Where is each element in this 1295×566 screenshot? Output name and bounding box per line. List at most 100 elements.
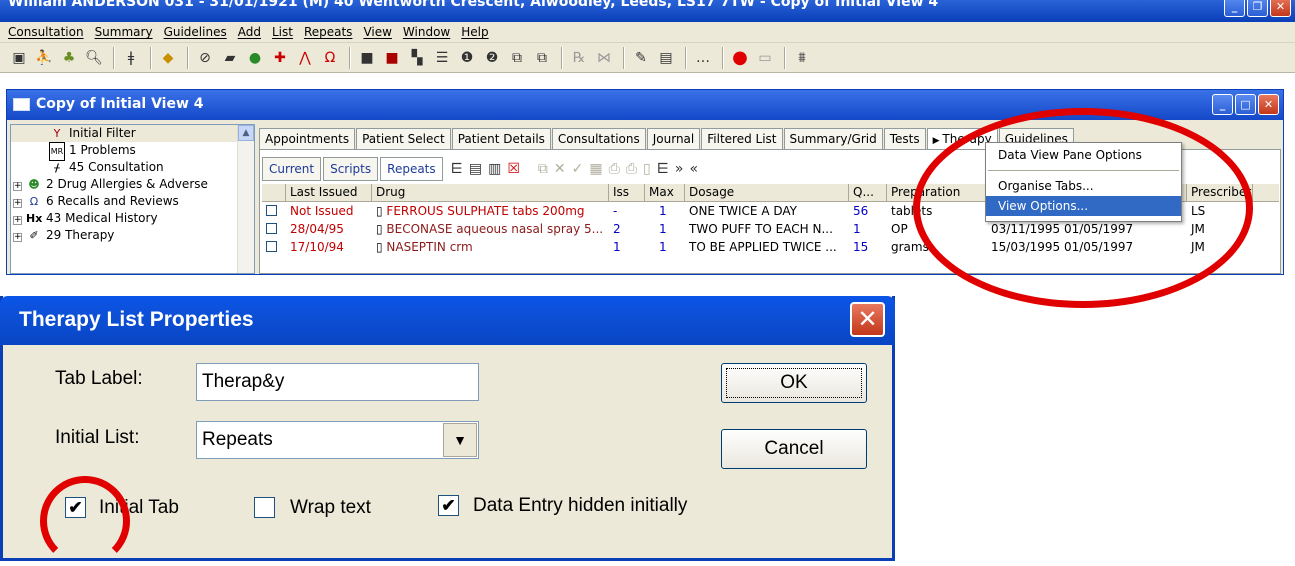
tree-scrollbar[interactable]: ▲ [237,125,254,273]
tab-filtered-list[interactable]: Filtered List [701,128,783,150]
screen-icon[interactable]: ▣ [8,47,30,69]
plus-red-icon[interactable]: ✚ [269,47,291,69]
next-icon[interactable]: » [675,161,684,177]
cancel-button[interactable]: Cancel [721,429,867,469]
keyboard-icon[interactable]: ▭ [754,47,776,69]
menu-help[interactable]: Help [461,25,488,39]
card-icon[interactable]: ■ [356,47,378,69]
col-max[interactable]: Max [645,184,685,201]
col-last-issued[interactable]: Last Issued [286,184,372,201]
subtab-repeats[interactable]: Repeats [380,157,443,181]
search-person-icon[interactable]: 🔍︎ [83,47,105,69]
menu-summary[interactable]: Summary [95,25,153,39]
tab-label-field[interactable]: Therap&y [196,363,479,401]
card-split-icon[interactable]: ▚ [406,47,428,69]
recall-icon[interactable]: Ω [319,47,341,69]
maximize-icon[interactable]: □ [1235,94,1256,115]
delete-script-icon[interactable]: ☒ [507,161,520,177]
tree-item[interactable]: Y Initial Filter [11,125,254,142]
print-script-icon[interactable]: ▥ [488,161,501,177]
print-all-icon[interactable]: ⎙ [626,161,637,177]
col-drug[interactable]: Drug [372,184,609,201]
ok-button[interactable]: OK [721,363,867,403]
list-icon[interactable]: ☰ [431,47,453,69]
tab-appointments[interactable]: Appointments [259,128,356,150]
initial-list-select[interactable]: Repeats ▼ [196,421,479,459]
restore-icon[interactable]: ❐ [1247,0,1268,17]
issue-icon[interactable]: ⋿ [657,161,669,177]
book-icon[interactable]: ▰ [219,47,241,69]
initial-tab-checkbox[interactable]: ✔ [65,497,86,518]
col-dosage[interactable]: Dosage [685,184,849,201]
pen-icon[interactable]: ✎ [630,47,652,69]
filter-lines-icon[interactable]: ⩩ [791,47,813,69]
chevron-down-icon[interactable]: ▼ [443,423,477,457]
menu-item-organise-tabs[interactable]: Organise Tabs... [986,176,1181,196]
copy-icon[interactable]: ⧉ [538,161,548,177]
print-icon[interactable]: ⎙ [609,161,620,177]
more-icon[interactable]: … [692,47,714,69]
tab-summary-grid[interactable]: Summary/Grid [783,128,883,150]
tab-journal[interactable]: Journal [646,128,701,150]
col-prescriber[interactable]: Prescriber [1187,184,1253,201]
menu-consultation[interactable]: Consultation [8,25,84,39]
minimize-icon[interactable]: _ [1224,0,1245,17]
record-red-icon[interactable]: ● [729,47,751,69]
paste-icon[interactable]: ⧉ [531,47,553,69]
menu-view[interactable]: View [363,25,391,39]
menu-repeats[interactable]: Repeats [304,25,353,39]
tab-consultations[interactable]: Consultations [551,128,646,150]
close-icon[interactable]: ✕ [1258,94,1279,115]
expand-icon[interactable]: + [13,233,22,242]
copy-icon[interactable]: ⧉ [506,47,528,69]
subtab-current[interactable]: Current [262,157,322,181]
tree-item[interactable]: MR 1 Problems [11,142,254,161]
note-icon[interactable]: ▤ [655,47,677,69]
form-icon[interactable]: ▯ [643,161,651,177]
minimize-icon[interactable]: _ [1212,94,1233,115]
rx-icon[interactable]: ℞ [568,47,590,69]
card-red-icon[interactable]: ■ [381,47,403,69]
tab-patient-select[interactable]: Patient Select [356,128,451,150]
col-preparation[interactable]: Preparation [887,184,987,201]
menu-item-view-options[interactable]: View Options... [986,196,1181,216]
col-iss[interactable]: Iss [609,184,645,201]
expand-icon[interactable]: + [13,216,22,225]
wrap-text-checkbox[interactable] [254,497,275,518]
script-icon[interactable]: ▤ [469,161,482,177]
tree-item[interactable]: ᚋ 45 Consultation [11,159,254,176]
menu-window[interactable]: Window [403,25,450,39]
person-red-icon[interactable]: ⋀ [294,47,316,69]
expand-icon[interactable]: + [13,182,22,191]
close-icon[interactable]: ✕ [1270,0,1291,17]
tree-icon[interactable]: ♣ [58,47,80,69]
subtab-scripts[interactable]: Scripts [323,157,379,181]
pills-icon[interactable]: ⋈ [593,47,615,69]
record-icon[interactable]: ❷ [481,47,503,69]
calendar-icon[interactable]: ▦ [589,161,602,177]
row-checkbox[interactable] [266,205,277,216]
menu-item-data-view-pane-options[interactable]: Data View Pane Options [986,145,1181,165]
menu-add[interactable]: Add [238,25,261,39]
diamond-icon[interactable]: ◆ [157,47,179,69]
scroll-up-icon[interactable]: ▲ [238,125,254,141]
tree-item[interactable]: + ☻ 2 Drug Allergies & Adverse [11,176,254,193]
apple-icon[interactable]: ● [244,47,266,69]
menu-list[interactable]: List [272,25,293,39]
expand-icon[interactable]: + [13,199,22,208]
prev-icon[interactable]: « [689,161,698,177]
data-entry-hidden-checkbox[interactable]: ✔ [438,495,459,516]
tree-list-icon[interactable]: ⋿ [451,161,463,177]
pill-icon[interactable]: ⊘ [194,47,216,69]
row-checkbox[interactable] [266,223,277,234]
cancel-icon[interactable]: ✕ [554,161,566,177]
tab-tests[interactable]: Tests [883,128,926,150]
table-row[interactable]: 17/10/94 ▯ NASEPTIN crm 1 1 TO BE APPLIE… [262,238,1279,256]
close-icon[interactable]: ✕ [850,302,885,337]
col-quantity[interactable]: Q... [849,184,887,201]
menu-guidelines[interactable]: Guidelines [164,25,227,39]
row-checkbox[interactable] [266,241,277,252]
tree-item[interactable]: + Hx 43 Medical History [11,210,254,227]
tree-item[interactable]: + Ω 6 Recalls and Reviews [11,193,254,210]
table-row[interactable]: 28/04/95 ▯ BECONASE aqueous nasal spray … [262,220,1279,238]
